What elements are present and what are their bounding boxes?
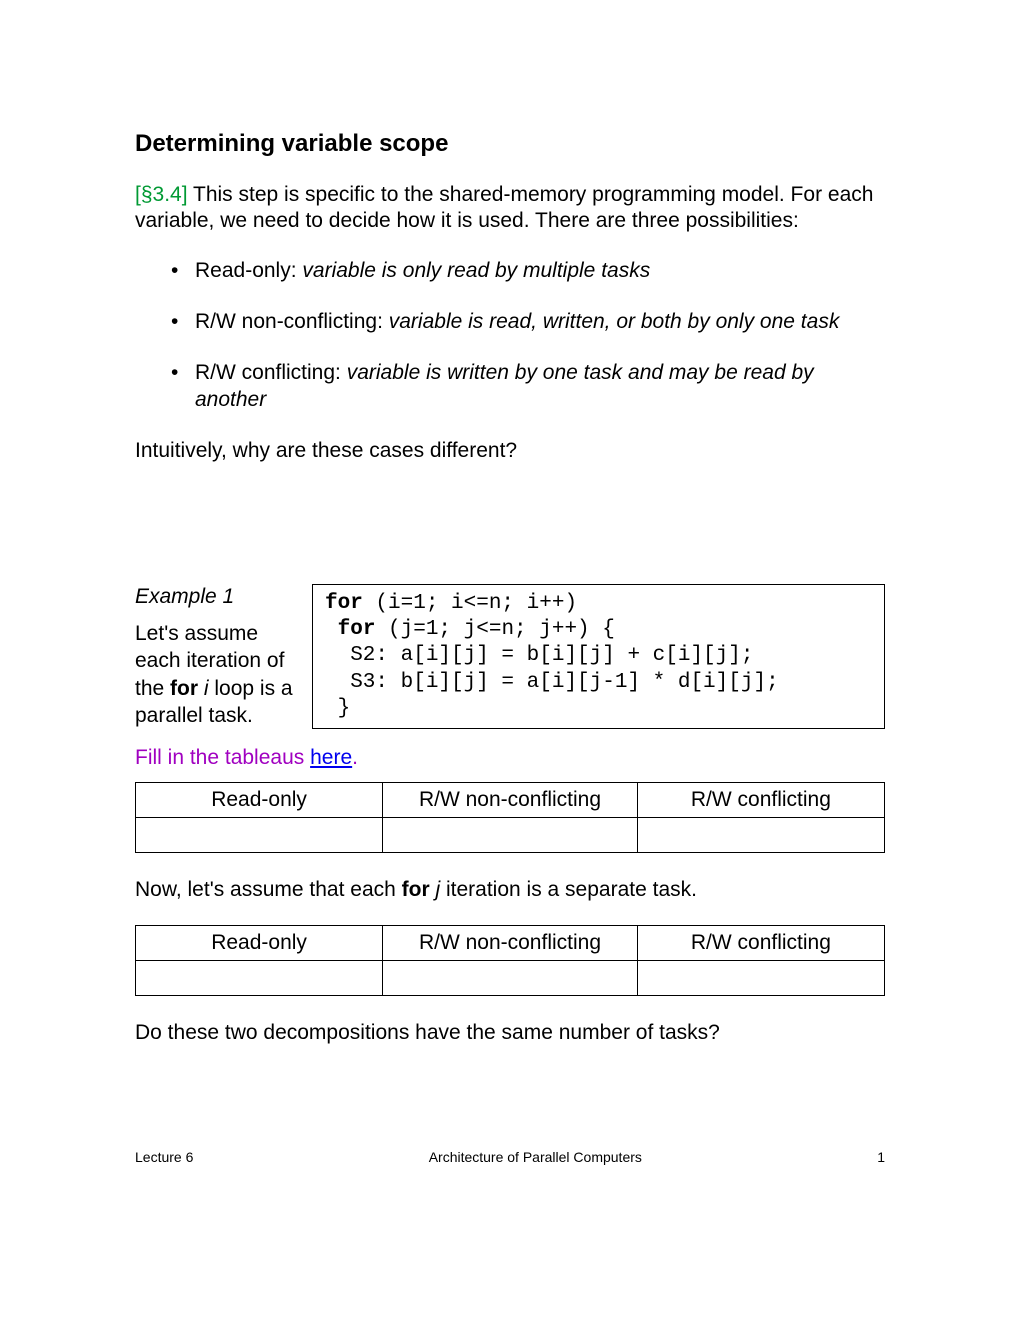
fillin-prefix: Fill in the tableaus <box>135 746 310 769</box>
fillin-suffix: . <box>352 746 358 769</box>
table-cell <box>637 960 884 995</box>
table-header: R/W conflicting <box>637 925 884 960</box>
list-item: •R/W non-conflicting: variable is read, … <box>195 308 885 335</box>
intro-paragraph: [§3.4] This step is specific to the shar… <box>135 182 885 235</box>
list-item: •Read-only: variable is only read by mul… <box>195 257 885 284</box>
intro-body: This step is specific to the shared-memo… <box>135 183 873 232</box>
section-ref: [§3.4] <box>135 183 188 206</box>
code-block: for (i=1; i<=n; i++) for (j=1; j<=n; j++… <box>312 584 885 729</box>
table-header: Read-only <box>136 925 383 960</box>
table-header: R/W non-conflicting <box>383 782 638 817</box>
between-text: Now, let's assume that each for j iterat… <box>135 877 885 903</box>
table-header: R/W conflicting <box>637 782 884 817</box>
fillin-line: Fill in the tableaus here. <box>135 745 885 771</box>
table-header: R/W non-conflicting <box>383 925 638 960</box>
list-item-desc: variable is read, written, or both by on… <box>389 310 840 333</box>
list-item-lead: R/W conflicting: <box>195 361 347 384</box>
scope-table-1: Read-only R/W non-conflicting R/W confli… <box>135 782 885 853</box>
example-side-text: Let's assume each iteration of the for i… <box>135 620 300 729</box>
footer: Lecture 6 Architecture of Parallel Compu… <box>135 1149 885 1165</box>
page-title: Determining variable scope <box>135 130 885 158</box>
question-text: Intuitively, why are these cases differe… <box>135 438 885 464</box>
table-cell <box>136 817 383 852</box>
table-header: Read-only <box>136 782 383 817</box>
footer-left: Lecture 6 <box>135 1149 193 1165</box>
table-cell <box>637 817 884 852</box>
list-item-lead: Read-only: <box>195 259 302 282</box>
list-item-desc: variable is only read by multiple tasks <box>302 259 650 282</box>
footer-right: 1 <box>877 1149 885 1165</box>
table-cell <box>383 817 638 852</box>
example-heading: Example 1 <box>135 584 300 610</box>
table-cell <box>136 960 383 995</box>
table-cell <box>383 960 638 995</box>
possibilities-list: •Read-only: variable is only read by mul… <box>135 257 885 414</box>
fillin-link[interactable]: here <box>310 746 352 769</box>
scope-table-2: Read-only R/W non-conflicting R/W confli… <box>135 925 885 996</box>
footer-center: Architecture of Parallel Computers <box>429 1149 642 1165</box>
question-text: Do these two decompositions have the sam… <box>135 1020 885 1046</box>
list-item: •R/W conflicting: variable is written by… <box>195 359 885 414</box>
list-item-lead: R/W non-conflicting: <box>195 310 389 333</box>
